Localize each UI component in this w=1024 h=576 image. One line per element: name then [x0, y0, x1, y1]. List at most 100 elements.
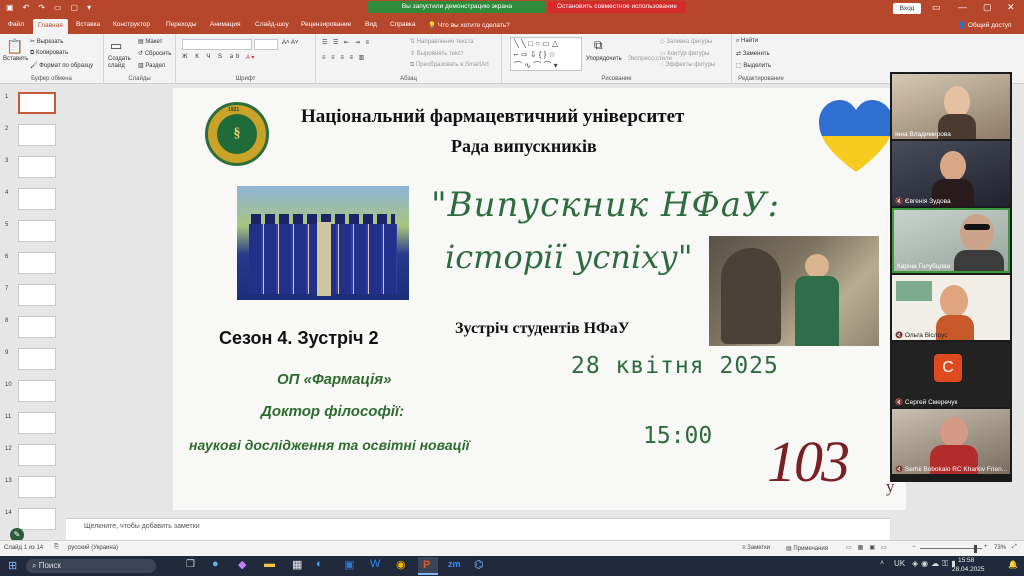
clock-time[interactable]: 15:58 — [958, 557, 974, 564]
participant-tile[interactable]: 🔇 Serhii Bobokalo RC Kharkiv Frien... — [892, 409, 1010, 474]
tab-slideshow[interactable]: Слайд-шоу — [255, 21, 289, 28]
login-button[interactable]: Вход — [893, 3, 921, 14]
fit-slide-icon[interactable]: ⤢ — [1012, 544, 1017, 551]
cut-button[interactable]: ✂ Вырезать — [30, 38, 63, 45]
font-size-select[interactable] — [254, 39, 278, 50]
reset-button[interactable]: ↺ Сбросить — [138, 50, 171, 57]
select-button[interactable]: ⬚ Выделить — [736, 62, 771, 69]
shape-outline-button[interactable]: ▭ Контур фигуры — [660, 50, 709, 57]
slide-thumbnail-13[interactable] — [18, 476, 56, 498]
shape-fill-button[interactable]: ◇ Заливка фигуры — [660, 38, 712, 45]
tab-animations[interactable]: Анимация — [210, 21, 241, 28]
participant-tile[interactable]: 🔇 Євгенія Зудова — [892, 141, 1010, 206]
powerpoint-taskbar-button[interactable]: P — [418, 557, 438, 575]
minimize-icon[interactable]: — — [958, 2, 967, 12]
tab-view[interactable]: Вид — [365, 21, 377, 28]
start-slideshow-icon[interactable]: ▭ — [54, 3, 62, 12]
view-buttons[interactable]: ▭▦▣▭ — [846, 544, 893, 551]
taskbar-app-icon[interactable]: ● — [212, 558, 219, 570]
tab-insert[interactable]: Вставка — [76, 21, 100, 28]
taskbar-app-icon[interactable]: ▦ — [292, 558, 302, 571]
customize-qat-icon[interactable]: ▾ — [87, 3, 91, 12]
close-icon[interactable]: ✕ — [1007, 2, 1015, 13]
redo-icon[interactable]: ↷ — [38, 3, 45, 12]
slide-thumbnail-6[interactable] — [18, 252, 56, 274]
language-status[interactable]: русский (Украина) — [68, 545, 118, 551]
tab-design[interactable]: Конструктор — [113, 21, 150, 28]
participant-tile-active[interactable]: Каріна Голубцова — [892, 208, 1010, 273]
tab-transitions[interactable]: Переходы — [166, 21, 197, 28]
tell-me-search[interactable]: 💡 Что вы хотите сделать? — [428, 21, 510, 29]
slide-thumbnail-12[interactable] — [18, 444, 56, 466]
slide-thumbnail-5[interactable] — [18, 220, 56, 242]
section-button[interactable]: ▥ Раздел — [138, 62, 165, 69]
notes-toggle[interactable]: ≡ Заметки — [742, 545, 770, 551]
participant-tile[interactable]: 🔇 Ольга Віслоус — [892, 275, 1010, 340]
participant-tile[interactable]: С 🔇 Сергей Смеречук — [892, 342, 1010, 407]
taskbar-app-icon[interactable]: ⌬ — [474, 558, 484, 571]
stop-sharing-button[interactable]: Остановить совместное использование — [548, 1, 686, 13]
zoom-out-icon[interactable]: − — [912, 544, 916, 550]
find-button[interactable]: ⌕ Найти — [736, 38, 758, 45]
file-explorer-icon[interactable]: ▬ — [264, 558, 275, 570]
slide-canvas[interactable]: § 1921 Національний фармацевтичний уніве… — [173, 88, 906, 510]
notification-icon[interactable]: 🔔 — [1008, 560, 1018, 569]
tab-file[interactable]: Файл — [8, 21, 24, 28]
tab-review[interactable]: Рецензирование — [301, 21, 351, 28]
shapes-gallery[interactable]: ╲ ╲ □ ○ ▭ △ ⌐ ⇨ ⇩ { } ☆ ⌒ ∿ ⌒ ⌒ ▾ — [510, 37, 582, 71]
slide-thumbnail-1[interactable] — [18, 92, 56, 114]
tab-home[interactable]: Главная — [33, 19, 68, 34]
arrange-icon[interactable]: ⧉ — [594, 38, 603, 53]
taskbar-app-icon[interactable]: ▣ — [344, 558, 354, 571]
windows-start-icon[interactable]: ⊞ — [8, 559, 17, 572]
ribbon-display-icon[interactable]: ▭ — [932, 2, 941, 13]
participant-tile[interactable]: Інна Владимирова — [892, 74, 1010, 139]
slide-thumbnail-2[interactable] — [18, 124, 56, 146]
tab-help[interactable]: Справка — [390, 21, 416, 28]
undo-icon[interactable]: ↶ — [23, 3, 30, 12]
clock-date[interactable]: 28.04.2025 — [952, 566, 985, 573]
paste-icon[interactable]: 📋 — [6, 38, 23, 55]
share-button[interactable]: 👤 Общий доступ — [958, 21, 1012, 29]
edge-icon[interactable]: ◐ — [316, 558, 323, 570]
paste-button[interactable]: Вставить — [3, 56, 28, 62]
grow-font-icon[interactable]: A˄ A˅ — [282, 40, 298, 46]
task-view-icon[interactable]: ❐ — [186, 559, 195, 570]
slide-thumbnail-11[interactable] — [18, 412, 56, 434]
align-buttons[interactable]: ≡ ≡ ≡ ≡ ▥ — [322, 54, 366, 61]
spellcheck-icon[interactable]: ⎘ — [54, 544, 59, 551]
slide-thumbnail-14[interactable] — [18, 508, 56, 530]
shape-effects-button[interactable]: ◌ Эффекты фигуры — [660, 62, 715, 68]
font-family-select[interactable] — [182, 39, 252, 50]
word-icon[interactable]: W — [370, 558, 380, 570]
slide-thumbnail-9[interactable] — [18, 348, 56, 370]
chrome-icon[interactable]: ◉ — [396, 558, 406, 571]
slide-thumbnail-7[interactable] — [18, 284, 56, 306]
slide-thumbnail-8[interactable] — [18, 316, 56, 338]
font-style-buttons[interactable]: Ж К Ч S ab — [182, 54, 242, 60]
new-file-icon[interactable]: ▢ — [71, 3, 79, 12]
font-color-icon[interactable]: A ▾ — [246, 54, 254, 61]
taskbar-app-icon[interactable]: ◆ — [238, 558, 246, 571]
zoom-in-icon[interactable]: + — [984, 544, 988, 550]
slide-thumbnail-10[interactable] — [18, 380, 56, 402]
copy-button[interactable]: ⧉ Копировать — [30, 50, 68, 57]
replace-button[interactable]: ⇄ Заменить — [736, 50, 770, 57]
zoom-level[interactable]: 73% — [994, 545, 1006, 551]
tray-chevron-icon[interactable]: ˄ — [880, 560, 884, 567]
zoom-slider-thumb[interactable] — [974, 545, 977, 553]
maximize-icon[interactable]: ▢ — [983, 2, 992, 13]
notes-pane[interactable]: Щелкните, чтобы добавить заметки — [66, 518, 890, 540]
keyboard-lang[interactable]: UK — [894, 559, 905, 568]
zoom-app-icon[interactable]: zm — [448, 559, 461, 569]
new-slide-icon[interactable]: ▭ — [110, 38, 122, 54]
arrange-button[interactable]: Упорядочить — [586, 56, 622, 62]
align-text-button[interactable]: ⇕ Выровнять текст — [410, 50, 463, 57]
zoom-slider[interactable] — [920, 548, 982, 549]
slide-thumbnail-3[interactable] — [18, 156, 56, 178]
comments-toggle[interactable]: ▤ Примечания — [786, 545, 828, 552]
smartart-button[interactable]: ⧉ Преобразовать в SmartArt — [410, 62, 489, 69]
slide-thumbnail-4[interactable] — [18, 188, 56, 210]
taskbar-search[interactable]: ⌕ Поиск — [26, 559, 156, 573]
list-buttons[interactable]: ☰ ☰ ⇤ ⇥ ≡ — [322, 39, 371, 46]
